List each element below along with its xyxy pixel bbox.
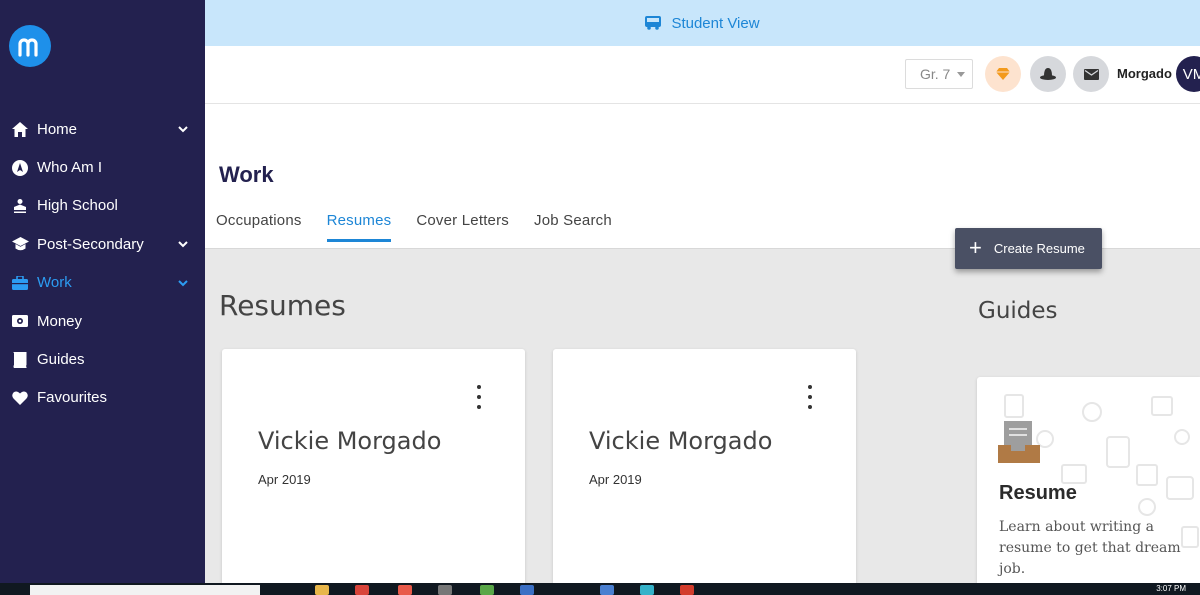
resume-tray-icon: [998, 421, 1040, 463]
school-icon: [11, 197, 29, 215]
money-icon: [11, 312, 29, 330]
sidebar-item-label: Post-Secondary: [37, 235, 144, 253]
app-icon[interactable]: [520, 585, 534, 595]
chevron-down-icon[interactable]: [177, 277, 189, 289]
book-icon: [11, 351, 29, 369]
app-icon[interactable]: [480, 585, 494, 595]
username[interactable]: Morgado: [1117, 66, 1172, 81]
sidebar-item-who-am-i[interactable]: Who Am I: [0, 148, 205, 186]
sidebar-item-post-secondary[interactable]: Post-Secondary: [0, 225, 205, 263]
sidebar-item-label: Home: [37, 120, 78, 138]
page-title: Work: [219, 162, 274, 187]
create-resume-label: Create Resume: [993, 241, 1085, 256]
heart-icon: [11, 389, 29, 407]
avatar-initials: VM: [1182, 65, 1200, 83]
student-view-banner[interactable]: Student View: [205, 0, 1200, 46]
resume-name: Vickie Morgado: [589, 427, 773, 455]
sidebar-item-label: Favourites: [37, 389, 108, 407]
work-tabs: Occupations Resumes Cover Letters Job Se…: [216, 212, 637, 242]
sidebar-item-label: Guides: [37, 351, 85, 369]
resumes-heading: Resumes: [219, 289, 346, 322]
mail-icon: [1083, 68, 1099, 80]
more-options-icon[interactable]: [804, 385, 816, 409]
sidebar-item-label: Money: [37, 312, 83, 330]
guide-description: Learn about writing a resume to get that…: [999, 519, 1181, 577]
guides-heading: Guides: [978, 298, 1058, 324]
more-options-icon[interactable]: [473, 385, 485, 409]
resume-date: Apr 2019: [258, 472, 311, 487]
sidebar-item-guides[interactable]: Guides: [0, 340, 205, 378]
grade-select[interactable]: Gr. 7: [905, 59, 973, 89]
sidebar-item-work[interactable]: Work: [0, 264, 205, 302]
resume-name: Vickie Morgado: [258, 427, 442, 455]
tab-job-search[interactable]: Job Search: [534, 212, 612, 242]
bus-icon: [645, 16, 662, 30]
os-taskbar: 3:07 PM: [0, 583, 1200, 595]
sidebar-item-label: Who Am I: [37, 159, 103, 177]
grade-value: Gr. 7: [920, 66, 951, 82]
folder-icon[interactable]: [315, 585, 329, 595]
sidebar-item-label: High School: [37, 197, 118, 215]
tab-cover-letters[interactable]: Cover Letters: [416, 212, 509, 242]
caret-down-icon: [957, 72, 965, 77]
resume-card[interactable]: Vickie Morgado Apr 2019: [222, 349, 525, 589]
compass-icon: [11, 159, 29, 177]
hat-button[interactable]: [1030, 56, 1066, 92]
app-icon[interactable]: [680, 585, 694, 595]
taskbar-search-input[interactable]: [30, 585, 260, 595]
sidebar-item-home[interactable]: Home: [0, 110, 205, 148]
top-header: Gr. 7 Morgado VM: [205, 46, 1200, 104]
sidebar-nav: Home Who Am I High School Post-Secondary: [0, 110, 205, 417]
banner-label: Student View: [671, 14, 760, 32]
browser-icon[interactable]: [355, 585, 369, 595]
logo[interactable]: [9, 25, 51, 67]
gem-icon: [996, 68, 1010, 80]
taskbar-clock[interactable]: 3:07 PM: [1156, 585, 1186, 593]
create-resume-button[interactable]: + Create Resume: [955, 228, 1102, 269]
sidebar-item-money[interactable]: Money: [0, 302, 205, 340]
graduation-cap-icon: [11, 235, 29, 253]
chevron-down-icon[interactable]: [177, 238, 189, 250]
app-icon[interactable]: [438, 585, 452, 595]
resume-date: Apr 2019: [589, 472, 642, 487]
resume-card[interactable]: Vickie Morgado Apr 2019: [553, 349, 856, 589]
tab-occupations[interactable]: Occupations: [216, 212, 302, 242]
home-icon: [11, 120, 29, 138]
app-icon[interactable]: [640, 585, 654, 595]
sidebar-item-favourites[interactable]: Favourites: [0, 379, 205, 417]
plus-icon: +: [969, 234, 982, 260]
briefcase-icon: [11, 274, 29, 292]
guide-title: Resume: [999, 482, 1077, 504]
chevron-down-icon[interactable]: [177, 123, 189, 135]
app-icon[interactable]: [600, 585, 614, 595]
gem-button[interactable]: [985, 56, 1021, 92]
logo-icon: [18, 38, 38, 57]
sidebar-item-label: Work: [37, 274, 72, 292]
mail-button[interactable]: [1073, 56, 1109, 92]
tab-resumes[interactable]: Resumes: [326, 212, 392, 242]
avatar[interactable]: VM: [1176, 56, 1200, 92]
guide-card-resume[interactable]: Resume Learn about writing a resume to g…: [977, 377, 1200, 587]
hat-icon: [1040, 68, 1056, 80]
sidebar: Home Who Am I High School Post-Secondary: [0, 0, 205, 583]
sidebar-item-high-school[interactable]: High School: [0, 187, 205, 225]
app-icon[interactable]: [398, 585, 412, 595]
